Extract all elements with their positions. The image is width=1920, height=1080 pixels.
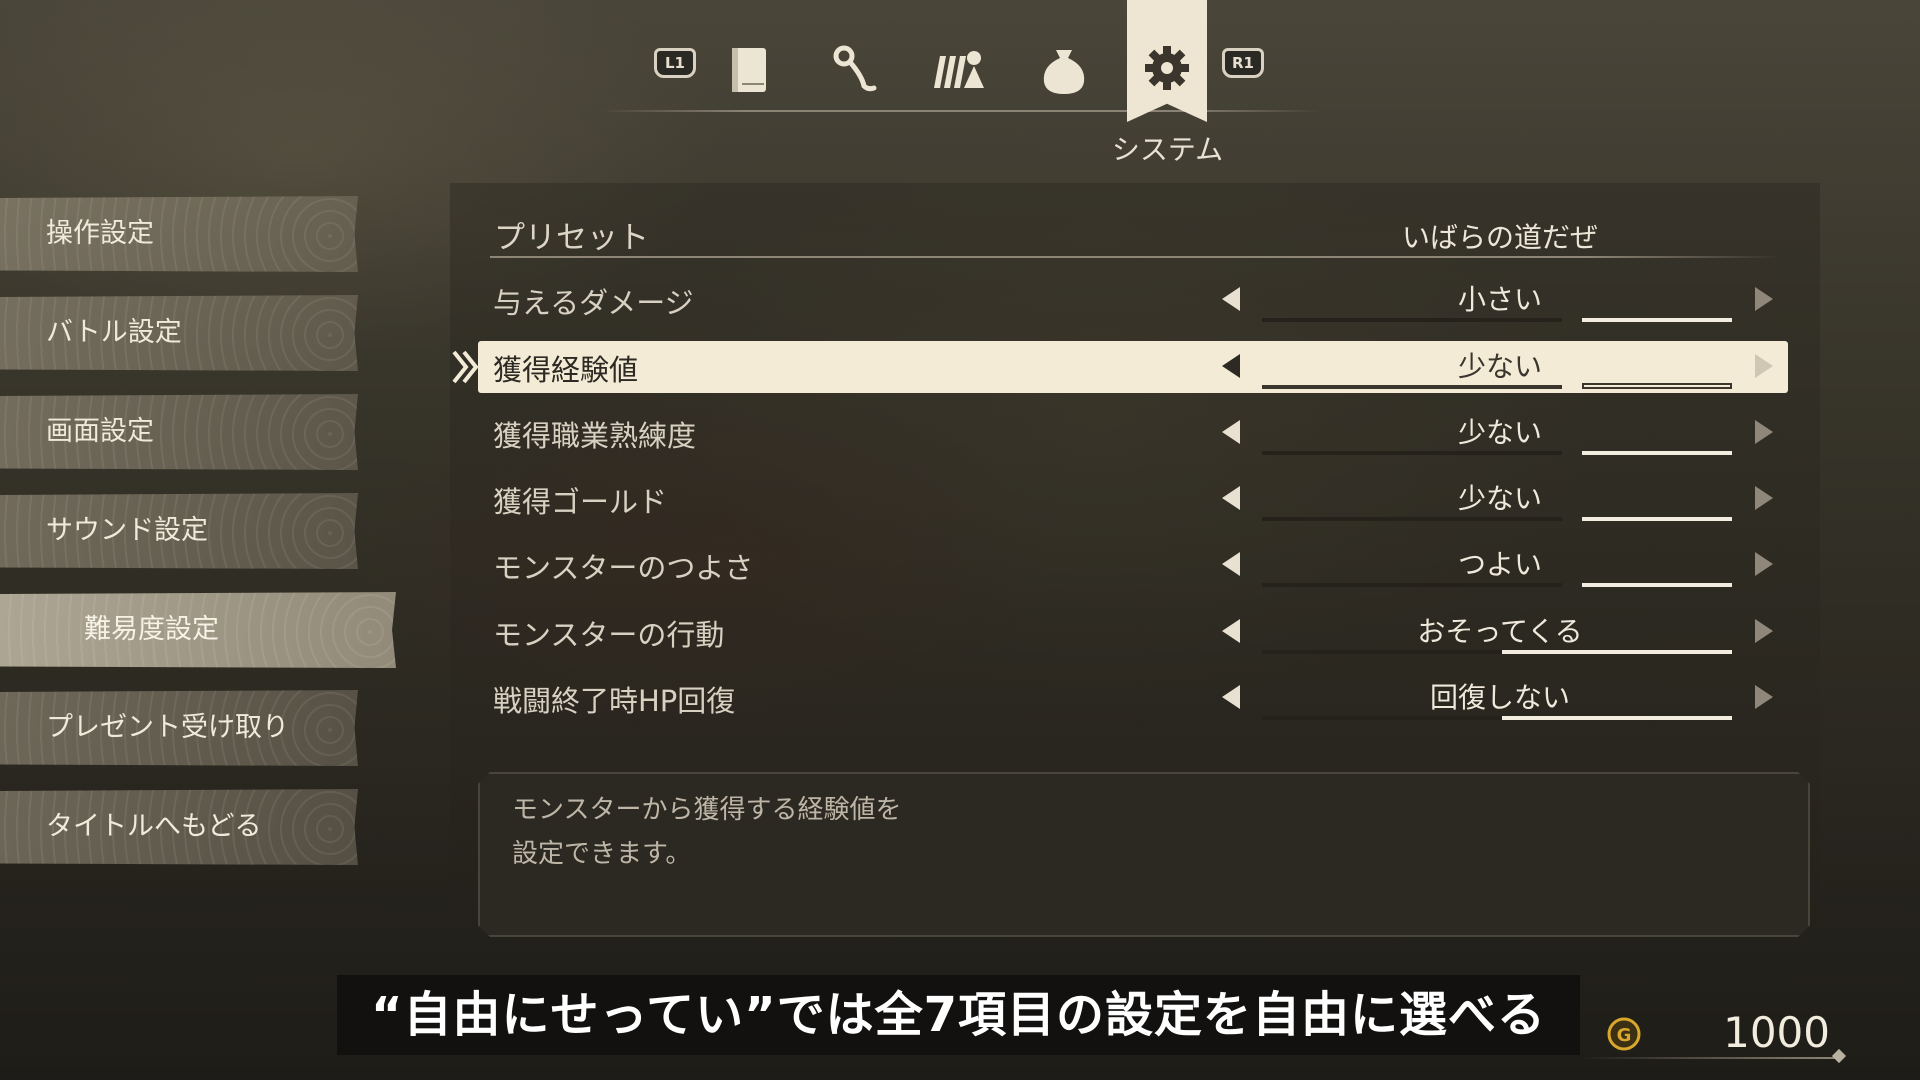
gold-coin-icon: G [1607,1017,1641,1051]
book-icon[interactable] [722,42,778,98]
party-icon[interactable] [930,42,986,98]
setting-label: 与えるダメージ [493,286,694,320]
tab-divider [600,110,1320,112]
level-segment [1262,650,1502,654]
setting-value: 少ない [1457,482,1542,515]
setting-row[interactable]: 与えるダメージ 小さい [478,274,1788,326]
arrow-left-icon[interactable] [1222,619,1240,643]
setting-value: 小さい [1457,283,1542,316]
key-icon[interactable] [828,42,884,98]
menu-item[interactable]: プレゼント受け取り [0,690,358,766]
menu-item[interactable]: 画面設定 [0,394,358,470]
setting-row[interactable]: モンスターのつよさ つよい [478,539,1788,591]
arrow-right-icon[interactable] [1755,287,1773,311]
menu-item[interactable]: 難易度設定 [0,592,396,668]
level-segment [1502,650,1732,654]
level-segment [1262,517,1412,521]
level-segment [1262,716,1502,720]
arrow-left-icon[interactable] [1222,552,1240,576]
setting-row[interactable]: 戦闘終了時HP回復 回復しない [478,672,1788,724]
arrow-right-icon[interactable] [1755,354,1773,378]
preset-value: いばらの道だぜ [1401,221,1598,254]
level-segment [1412,517,1562,521]
setting-label: 獲得ゴールド [493,485,668,519]
arrow-right-icon[interactable] [1755,552,1773,576]
description-line-1: モンスターから獲得する経験値を [512,795,902,825]
setting-label: モンスターの行動 [493,618,725,652]
arrow-left-icon[interactable] [1222,685,1240,709]
setting-value: 少ない [1457,416,1542,449]
setting-label: 獲得職業熟練度 [493,419,697,453]
gold-divider [1580,1057,1840,1059]
level-segment [1412,451,1562,455]
level-segment [1262,583,1412,587]
arrow-right-icon[interactable] [1755,685,1773,709]
level-segment [1582,517,1732,521]
setting-row[interactable]: 獲得職業熟練度 少ない [478,407,1788,459]
gold-amount: 1000 [1723,1008,1830,1057]
setting-label: モンスターのつよさ [493,551,754,585]
level-segment [1582,583,1732,587]
arrow-right-icon[interactable] [1755,486,1773,510]
setting-value: 回復しない [1429,681,1570,714]
setting-row[interactable]: 獲得経験値 少ない [478,341,1788,393]
arrow-left-icon[interactable] [1222,420,1240,444]
menu-item[interactable]: サウンド設定 [0,493,358,569]
gear-icon[interactable] [1139,40,1195,96]
l1-button[interactable]: L1 [654,48,696,78]
arrow-left-icon[interactable] [1222,287,1240,311]
svg-text:G: G [1617,1025,1632,1046]
menu-item[interactable]: 操作設定 [0,196,358,272]
level-segment [1262,385,1412,389]
level-segment [1412,385,1562,389]
pouch-icon[interactable] [1036,42,1092,98]
description-box: モンスターから獲得する経験値を 設定できます。 [478,772,1810,937]
setting-value: 少ない [1457,350,1542,383]
setting-label: 獲得経験値 [493,353,639,387]
level-segment [1262,318,1412,322]
description-line-2: 設定できます。 [512,839,692,869]
level-segment [1262,451,1412,455]
menu-item[interactable]: タイトルへもどる [0,789,358,865]
level-segment [1582,318,1732,322]
active-tab-label: システム [1111,133,1224,166]
level-segment [1582,451,1732,455]
setting-row[interactable]: 獲得ゴールド 少ない [478,473,1788,525]
arrow-right-icon[interactable] [1755,619,1773,643]
setting-label: 戦闘終了時HP回復 [493,684,736,718]
setting-row[interactable]: モンスターの行動 おそってくる [478,606,1788,658]
video-subtitle: “自由にせってい”では全7項目の設定を自由に選べる [337,975,1580,1055]
level-segment [1412,583,1562,587]
preset-label: プリセット [494,220,649,256]
level-segment [1412,318,1562,322]
preset-divider [490,256,1780,258]
r1-button[interactable]: R1 [1222,48,1264,78]
arrow-left-icon[interactable] [1222,486,1240,510]
arrow-left-icon[interactable] [1222,354,1240,378]
setting-value: つよい [1457,548,1542,581]
arrow-right-icon[interactable] [1755,420,1773,444]
setting-value: おそってくる [1417,615,1583,648]
selection-cursor-icon [452,350,480,384]
menu-item[interactable]: バトル設定 [0,295,358,371]
level-segment [1502,716,1732,720]
